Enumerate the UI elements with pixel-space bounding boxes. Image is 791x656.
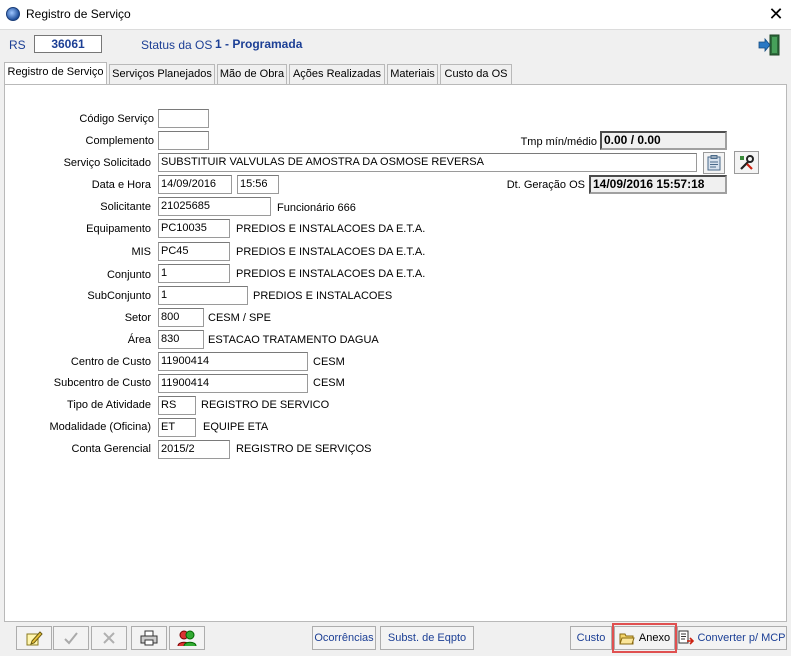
servico-solicitado-label: Serviço Solicitado: [63, 157, 151, 169]
app-icon: [6, 7, 20, 21]
clipboard-icon[interactable]: [703, 152, 725, 174]
centro-custo-label: Centro de Custo: [70, 356, 151, 368]
conjunto-input[interactable]: 1: [158, 264, 230, 283]
edit-icon[interactable]: [16, 626, 52, 650]
tab-custo-da-os[interactable]: Custo da OS: [440, 64, 512, 84]
conta-gerencial-input[interactable]: 2015/2: [158, 440, 230, 459]
subst-eqpto-button[interactable]: Subst. de Eqpto: [380, 626, 474, 650]
exit-door-icon[interactable]: [757, 34, 781, 56]
hora-input[interactable]: 15:56: [237, 175, 279, 194]
converter-label: Converter p/ MCP: [697, 632, 786, 644]
subconjunto-label: SubConjunto: [87, 290, 151, 302]
area-desc: ESTACAO TRATAMENTO DAGUA: [208, 334, 379, 346]
tab-mao-de-obra[interactable]: Mão de Obra: [217, 64, 287, 84]
tmp-label: Tmp mín/médio: [520, 136, 597, 148]
area-label: Área: [127, 334, 151, 346]
solicitante-label: Solicitante: [100, 201, 151, 213]
conjunto-desc: PREDIOS E INSTALACOES DA E.T.A.: [236, 268, 426, 280]
tab-acoes-realizadas[interactable]: Ações Realizadas: [289, 64, 385, 84]
tab-servicos-planejados[interactable]: Serviços Planejados: [109, 64, 215, 84]
solicitante-desc: Funcionário 666: [277, 202, 356, 214]
anexo-highlight-box: [612, 623, 677, 653]
setor-input[interactable]: 800: [158, 308, 204, 327]
modalidade-label: Modalidade (Oficina): [49, 421, 152, 433]
cancel-x-icon[interactable]: [91, 626, 127, 650]
equipamento-input[interactable]: PC10035: [158, 219, 230, 238]
rs-number-field: 36061: [34, 35, 102, 53]
tmp-field: 0.00 / 0.00: [600, 131, 727, 150]
conjunto-label: Conjunto: [106, 269, 151, 281]
header-bar: [0, 30, 791, 62]
tipo-atividade-desc: REGISTRO DE SERVICO: [201, 399, 330, 411]
subcentro-custo-desc: CESM: [313, 377, 345, 389]
centro-custo-desc: CESM: [313, 356, 345, 368]
mis-label: MIS: [131, 246, 151, 258]
data-input[interactable]: 14/09/2016: [158, 175, 232, 194]
area-input[interactable]: 830: [158, 330, 204, 349]
setor-label: Setor: [124, 312, 151, 324]
centro-custo-input[interactable]: 11900414: [158, 352, 308, 371]
tab-registro-servico[interactable]: Registro de Serviço: [4, 62, 107, 84]
convert-doc-icon: [678, 630, 695, 646]
conta-gerencial-desc: REGISTRO DE SERVIÇOS: [236, 443, 372, 455]
confirm-check-icon[interactable]: [53, 626, 89, 650]
close-icon[interactable]: ✕: [764, 3, 788, 25]
ocorrencias-button[interactable]: Ocorrências: [312, 626, 376, 650]
solicitante-input[interactable]: 21025685: [158, 197, 271, 216]
status-value: 1 - Programada: [215, 37, 303, 51]
codigo-servico-input[interactable]: [158, 109, 209, 128]
subconjunto-desc: PREDIOS E INSTALACOES: [253, 290, 393, 302]
modalidade-desc: EQUIPE ETA: [203, 421, 269, 433]
print-icon[interactable]: [131, 626, 167, 650]
codigo-servico-label: Código Serviço: [79, 113, 154, 125]
mis-desc: PREDIOS E INSTALACOES DA E.T.A.: [236, 246, 426, 258]
converter-mcp-button[interactable]: Converter p/ MCP: [677, 626, 787, 650]
status-label: Status da OS: [141, 38, 213, 52]
tab-materiais[interactable]: Materiais: [387, 64, 438, 84]
custo-button[interactable]: Custo: [570, 626, 612, 650]
users-icon[interactable]: [169, 626, 205, 650]
window-title: Registro de Serviço: [26, 7, 131, 21]
equipamento-desc: PREDIOS E INSTALACOES DA E.T.A.: [236, 223, 426, 235]
dt-geracao-field: 14/09/2016 15:57:18: [589, 175, 727, 194]
servico-solicitado-input[interactable]: SUBSTITUIR VALVULAS DE AMOSTRA DA OSMOSE…: [158, 153, 697, 172]
complemento-label: Complemento: [85, 135, 154, 147]
data-hora-label: Data e Hora: [91, 179, 151, 191]
subcentro-custo-input[interactable]: 11900414: [158, 374, 308, 393]
subconjunto-input[interactable]: 1: [158, 286, 248, 305]
dt-geracao-label: Dt. Geração OS: [506, 179, 585, 191]
subcentro-custo-label: Subcentro de Custo: [53, 377, 151, 389]
conta-gerencial-label: Conta Gerencial: [71, 443, 152, 455]
modalidade-input[interactable]: ET: [158, 418, 196, 437]
equipamento-label: Equipamento: [86, 223, 151, 235]
complemento-input[interactable]: [158, 131, 209, 150]
tipo-atividade-input[interactable]: RS: [158, 396, 196, 415]
setor-desc: CESM / SPE: [208, 312, 271, 324]
mis-input[interactable]: PC45: [158, 242, 230, 261]
tipo-atividade-label: Tipo de Atividade: [67, 399, 151, 411]
tools-icon[interactable]: [734, 151, 759, 174]
rs-label: RS: [9, 38, 26, 52]
